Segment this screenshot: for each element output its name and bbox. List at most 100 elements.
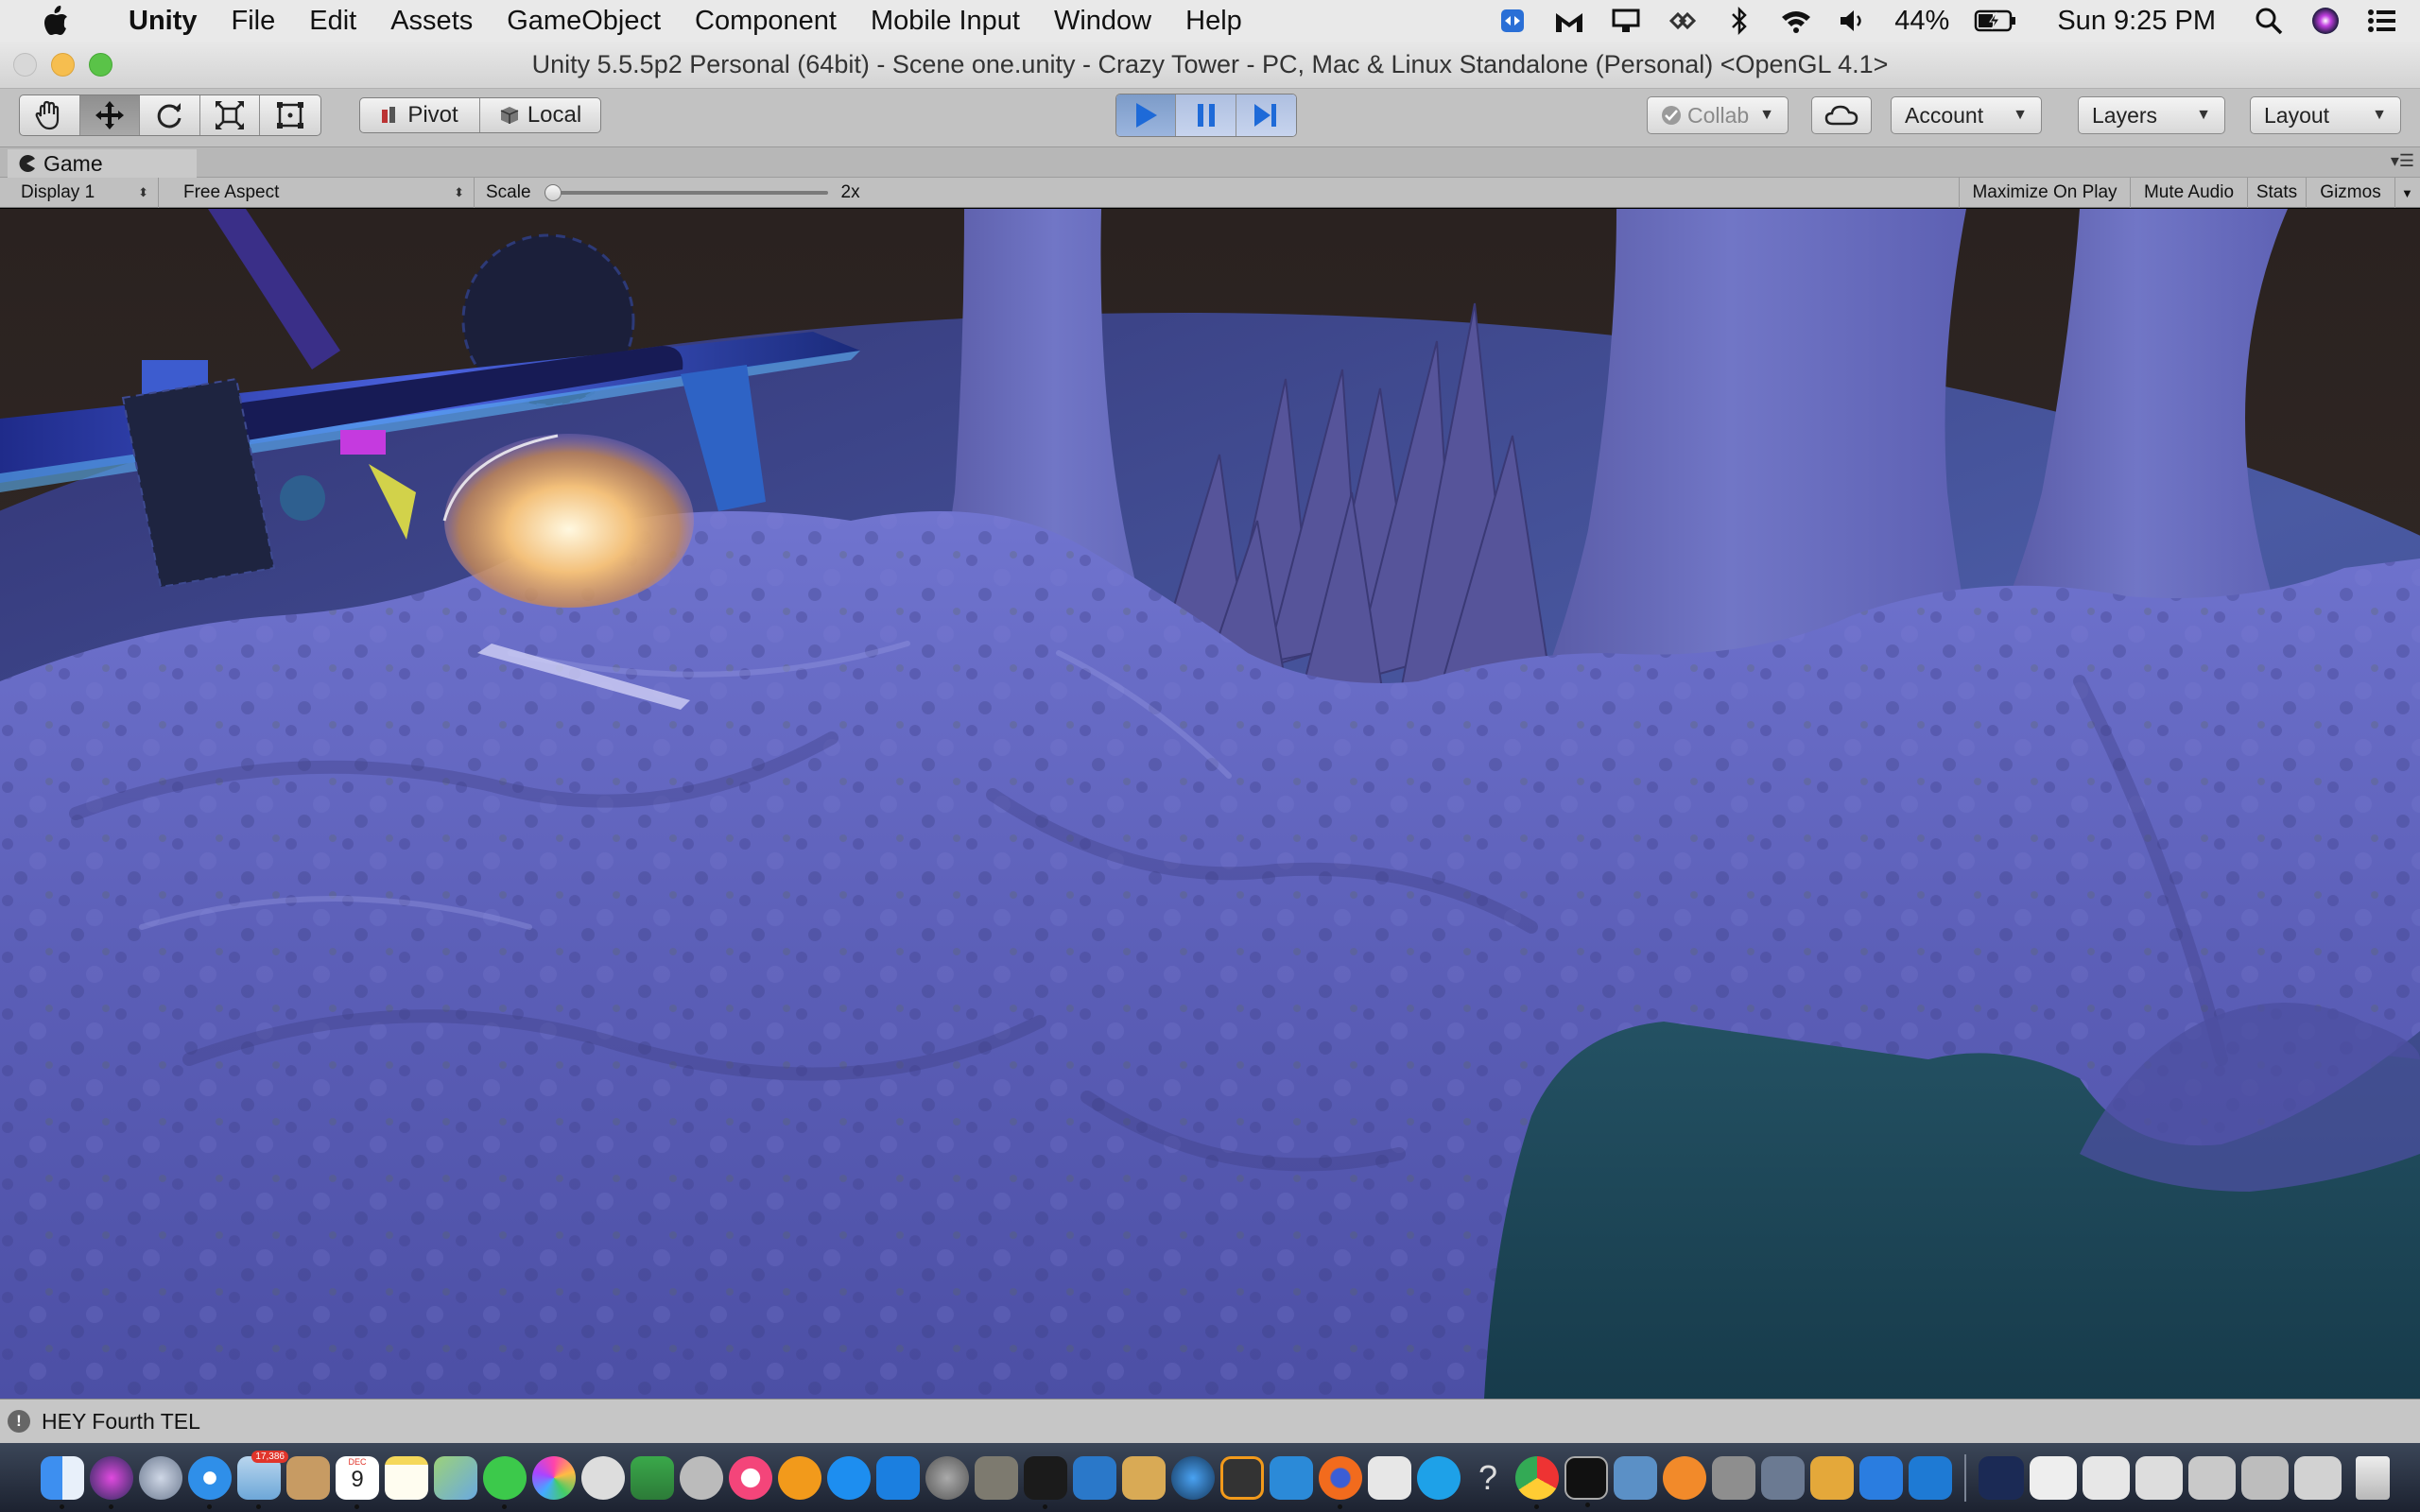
chrome-dock-icon[interactable] — [1515, 1455, 1559, 1509]
itunes-dock-icon[interactable] — [729, 1455, 772, 1500]
minimized-window-6-dock-icon[interactable] — [2241, 1455, 2289, 1500]
xcode-like-dock-icon[interactable] — [876, 1455, 920, 1500]
instruments-dock-icon[interactable] — [680, 1455, 723, 1500]
bluetooth-icon[interactable] — [1722, 7, 1756, 35]
menu-assets[interactable]: Assets — [373, 6, 490, 37]
apple-icon[interactable] — [38, 3, 74, 39]
preview-dock-icon[interactable] — [1122, 1455, 1166, 1500]
move-tool-button[interactable] — [79, 95, 141, 135]
launchpad-dock-icon[interactable] — [139, 1455, 182, 1500]
teamviewer-dock-icon[interactable] — [1859, 1455, 1903, 1500]
unity-dock-icon[interactable] — [1024, 1455, 1067, 1509]
numbers-dock-icon[interactable] — [631, 1455, 674, 1500]
menu-edit[interactable]: Edit — [292, 6, 373, 37]
volume-icon[interactable] — [1836, 7, 1870, 35]
xcode-dock-icon[interactable] — [1073, 1455, 1116, 1500]
calendar-dock-icon[interactable]: DEC 9 — [336, 1455, 379, 1509]
sublime-dock-icon[interactable] — [1220, 1455, 1264, 1500]
network-monitor-icon[interactable] — [1609, 7, 1643, 35]
terminal-dock-icon[interactable] — [1564, 1455, 1608, 1507]
cloud-services-button[interactable] — [1811, 96, 1872, 134]
contacts-dock-icon[interactable] — [286, 1455, 330, 1500]
battery-charging-icon[interactable] — [1974, 7, 2017, 35]
pause-button[interactable] — [1176, 94, 1236, 136]
feather-app-dock-icon[interactable] — [1663, 1455, 1706, 1500]
minimized-window-7-dock-icon[interactable] — [2294, 1455, 2342, 1500]
siri-icon[interactable] — [2308, 7, 2342, 35]
spotlight-search-icon[interactable] — [2252, 7, 2286, 35]
messages-dock-icon[interactable] — [483, 1455, 527, 1509]
scale-tool-button[interactable] — [200, 95, 261, 135]
collab-dropdown[interactable]: Collab ▼ — [1647, 96, 1789, 134]
minimized-window-5-dock-icon[interactable] — [2188, 1455, 2236, 1500]
pivot-toggle-button[interactable]: Pivot — [360, 98, 480, 132]
stats-toggle[interactable]: Stats — [2248, 178, 2307, 208]
panel-menu-icon[interactable]: ▾☰ — [2391, 151, 2414, 171]
gizmos-dropdown-arrow[interactable]: ▼ — [2395, 178, 2420, 208]
skype-like-dock-icon[interactable] — [1270, 1455, 1313, 1500]
safari-dock-icon[interactable] — [188, 1455, 232, 1509]
finder-window-dock-icon[interactable] — [1614, 1455, 1657, 1500]
blocked-app-dock-icon[interactable] — [581, 1455, 625, 1500]
maps-dock-icon[interactable] — [434, 1455, 477, 1500]
menu-file[interactable]: File — [215, 6, 293, 37]
layers-dropdown[interactable]: Layers ▼ — [2078, 96, 2225, 134]
link-icon[interactable] — [1666, 7, 1700, 35]
minimized-window-3-dock-icon[interactable] — [2083, 1455, 2130, 1500]
menu-app-unity[interactable]: Unity — [100, 6, 215, 37]
window-minimize-button[interactable] — [51, 53, 75, 77]
notification-center-icon[interactable] — [2365, 7, 2399, 35]
rotate-tool-button[interactable] — [140, 95, 200, 135]
tower-app-dock-icon[interactable] — [1810, 1455, 1854, 1500]
help-dock-icon[interactable]: ? — [1466, 1456, 1510, 1500]
console-last-message[interactable]: HEY Fourth TEL — [42, 1409, 200, 1435]
account-dropdown[interactable]: Account ▼ — [1891, 96, 2042, 134]
layout-dropdown[interactable]: Layout ▼ — [2250, 96, 2401, 134]
window-zoom-button[interactable] — [89, 53, 112, 77]
app-store-dock-icon[interactable] — [827, 1455, 871, 1500]
network-utility-dock-icon[interactable] — [1761, 1455, 1805, 1500]
maximize-on-play-toggle[interactable]: Maximize On Play — [1959, 178, 2131, 208]
trash-dock-icon[interactable] — [2356, 1455, 2390, 1500]
photos-app-dock-icon[interactable] — [532, 1455, 576, 1500]
migration-dock-icon[interactable] — [975, 1455, 1018, 1500]
window-close-button[interactable] — [13, 53, 37, 77]
skype-dock-icon[interactable] — [1417, 1455, 1461, 1500]
firefox-dock-icon[interactable] — [1319, 1455, 1362, 1509]
teamviewer-status-icon[interactable] — [1495, 7, 1530, 35]
aspect-dropdown[interactable]: Free Aspect ⬍ — [174, 178, 475, 208]
notes-dock-icon[interactable] — [385, 1455, 428, 1500]
menu-help[interactable]: Help — [1168, 6, 1259, 37]
rect-tool-button[interactable] — [260, 95, 320, 135]
malwarebytes-icon[interactable] — [1552, 7, 1586, 35]
game-viewport[interactable] — [0, 209, 2420, 1399]
minimized-window-1-dock-icon[interactable] — [1979, 1455, 2024, 1500]
display-dropdown[interactable]: Display 1 ⬍ — [11, 178, 159, 208]
step-button[interactable] — [1236, 94, 1296, 136]
menubar-clock[interactable]: Sun 9:25 PM — [2057, 6, 2216, 37]
wifi-icon[interactable] — [1779, 7, 1813, 35]
ibooks-dock-icon[interactable] — [778, 1455, 821, 1500]
keychain-dock-icon[interactable] — [1712, 1455, 1755, 1500]
play-button[interactable] — [1116, 94, 1177, 136]
console-status-bar[interactable]: ! HEY Fourth TEL — [0, 1399, 2420, 1443]
scale-slider-thumb[interactable] — [544, 184, 562, 201]
blocked-app-2-dock-icon[interactable] — [1368, 1455, 1411, 1500]
vscode-dock-icon[interactable] — [1909, 1455, 1952, 1500]
minimized-window-4-dock-icon[interactable] — [2135, 1455, 2183, 1500]
minimized-window-2-dock-icon[interactable] — [2030, 1455, 2077, 1500]
menu-component[interactable]: Component — [678, 6, 854, 37]
scale-slider[interactable] — [544, 183, 828, 202]
hand-tool-button[interactable] — [20, 95, 80, 135]
mute-audio-toggle[interactable]: Mute Audio — [2131, 178, 2248, 208]
finder-dock-icon[interactable] — [41, 1455, 84, 1509]
quicktime-dock-icon[interactable] — [1171, 1455, 1215, 1500]
menu-gameobject[interactable]: GameObject — [490, 6, 678, 37]
menu-window[interactable]: Window — [1037, 6, 1168, 37]
local-toggle-button[interactable]: Local — [480, 98, 600, 132]
menu-mobile-input[interactable]: Mobile Input — [854, 6, 1037, 37]
siri-dock-icon[interactable] — [90, 1455, 133, 1509]
system-preferences-dock-icon[interactable] — [925, 1455, 969, 1500]
gizmos-toggle[interactable]: Gizmos — [2307, 178, 2395, 208]
photos-dock-icon[interactable]: 17,386 — [237, 1450, 288, 1509]
